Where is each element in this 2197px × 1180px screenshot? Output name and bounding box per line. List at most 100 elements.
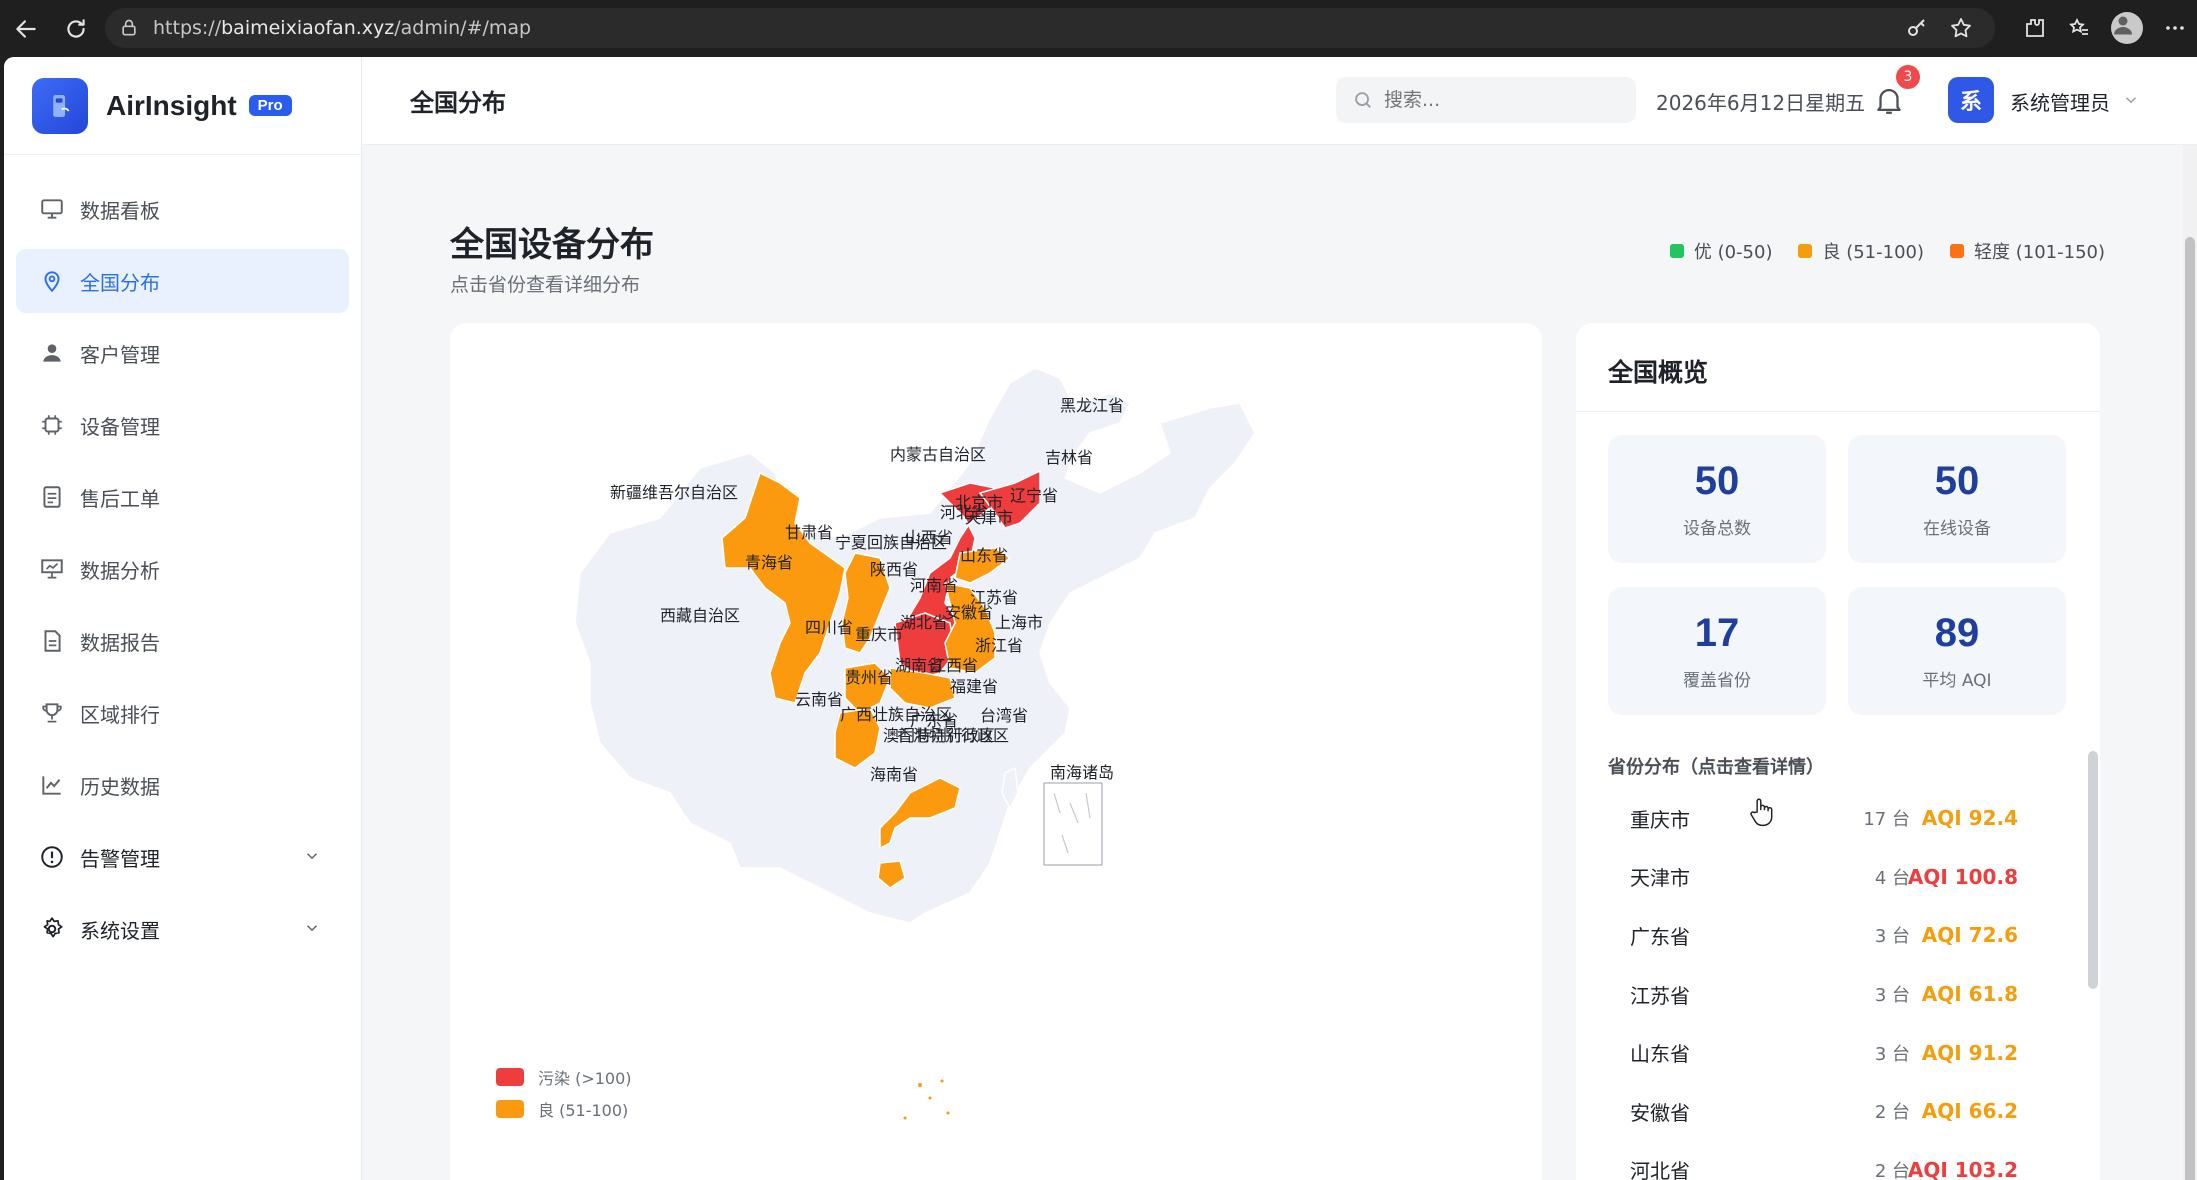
logo-icon <box>32 77 88 134</box>
province-row[interactable]: 山东省 3 台 AQI 91.2 <box>1608 1023 2068 1082</box>
sidebar-item-label: 系统设置 <box>80 918 160 943</box>
label-xizang: 西藏自治区 <box>660 606 740 625</box>
user-icon <box>38 339 66 367</box>
label-xinjiang: 新疆维吾尔自治区 <box>610 483 738 502</box>
china-map[interactable]: 黑龙江省 吉林省 辽宁省 内蒙古自治区 北京市 河北省 天津市 新疆维吾尔自治区… <box>450 323 1542 1180</box>
label-anhui: 安徽省 <box>945 603 993 622</box>
legend-item: 优 (0-50) <box>1669 238 1772 264</box>
star-icon[interactable] <box>1949 16 1973 40</box>
province-row[interactable]: 重庆市 17 台 AQI 92.4 <box>1608 789 2068 848</box>
sidebar-item-label: 客户管理 <box>80 342 160 367</box>
reload-icon[interactable] <box>56 9 96 49</box>
sidebar-item-customers[interactable]: 客户管理 <box>16 321 349 385</box>
stat-label: 覆盖省份 <box>1683 671 1751 691</box>
notification-badge: 3 <box>1896 65 1920 89</box>
chevron-down-icon[interactable] <box>303 919 321 937</box>
chevron-down-icon[interactable] <box>303 847 321 865</box>
sidebar-item-analysis[interactable]: 数据分析 <box>16 537 349 601</box>
user-name[interactable]: 系统管理员 <box>2010 87 2110 116</box>
extensions-icon[interactable] <box>2023 16 2047 40</box>
profile-avatar[interactable] <box>2111 12 2143 44</box>
sidebar-item-label: 告警管理 <box>80 846 160 871</box>
stat-value: 50 <box>1694 459 1740 503</box>
stat-value: 17 <box>1694 611 1740 655</box>
page-subheading: 点击省份查看详细分布 <box>450 274 641 296</box>
address-bar[interactable]: https://baimeixiaofan.xyz/admin/#/map <box>105 8 1995 48</box>
sidebar-item-reports[interactable]: 数据报告 <box>16 609 349 673</box>
label-hubei: 湖北省 <box>900 613 948 632</box>
sidebar-item-ranking[interactable]: 区域排行 <box>16 681 349 745</box>
sidebar-item-label: 售后工单 <box>80 486 160 511</box>
stat-value: 89 <box>1934 611 1980 655</box>
app-window: AirInsight Pro 数据看板 全国分布 客户管理 设备管理 售后工单 … <box>4 57 2197 1180</box>
sidebar-item-history[interactable]: 历史数据 <box>16 753 349 817</box>
label-jiangxi: 江西省 <box>930 656 978 675</box>
legend-item[interactable]: 污染 (>100) <box>496 1061 632 1093</box>
label-chongqing: 重庆市 <box>855 625 903 644</box>
legend-item[interactable]: 良 (51-100) <box>496 1093 632 1125</box>
bell-icon[interactable] <box>1872 83 1906 117</box>
sidebar-item-devices[interactable]: 设备管理 <box>16 393 349 457</box>
label-guizhou: 贵州省 <box>845 668 893 687</box>
label-fujian: 福建省 <box>950 677 998 696</box>
url-text: https://baimeixiaofan.xyz/admin/#/map <box>153 17 532 39</box>
topbar: 全国分布 2026年6月12日星期五 3 系 系统管理员 <box>362 57 2197 145</box>
aqi-legend: 优 (0-50) 良 (51-100) 轻度 (101-150) <box>1669 238 2105 264</box>
stat-average-aqi: 89 平均 AQI <box>1848 587 2066 715</box>
sidebar-item-national-distribution[interactable]: 全国分布 <box>16 249 349 313</box>
brand-name: AirInsight <box>106 89 237 121</box>
stat-label: 设备总数 <box>1683 519 1751 539</box>
chip-icon <box>38 411 66 439</box>
province-list-title: 省份分布（点击查看详情） <box>1608 757 1824 778</box>
label-yunnan: 云南省 <box>795 690 843 709</box>
sidebar-item-label: 设备管理 <box>80 414 160 439</box>
overview-panel: 全国概览 50 设备总数 50 在线设备 17 覆盖省份 89 平均 AQI 省… <box>1576 323 2100 1180</box>
chart-icon <box>38 771 66 799</box>
map-legend: 污染 (>100) 良 (51-100) <box>496 1061 632 1125</box>
avatar[interactable]: 系 <box>1948 77 1994 123</box>
province-list-scrollbar[interactable] <box>2088 751 2098 989</box>
sidebar-item-tickets[interactable]: 售后工单 <box>16 465 349 529</box>
label-henan: 河南省 <box>910 576 958 595</box>
search-input[interactable] <box>1384 89 1604 111</box>
legend-swatch <box>1798 244 1813 258</box>
legend-swatch <box>1669 244 1684 258</box>
label-neimenggu: 内蒙古自治区 <box>890 445 986 464</box>
alert-icon <box>38 843 66 871</box>
chevron-down-icon[interactable] <box>2122 91 2140 109</box>
sidebar-item-label: 数据报告 <box>80 630 160 655</box>
main-content: 全国设备分布 点击省份查看详细分布 优 (0-50) 良 (51-100) 轻度… <box>362 145 2197 1180</box>
sidebar-item-label: 数据分析 <box>80 558 160 583</box>
stat-label: 平均 AQI <box>1922 671 1992 691</box>
province-row[interactable]: 河北省 2 台 AQI 103.2 <box>1608 1141 2068 1180</box>
province-row[interactable]: 安徽省 2 台 AQI 66.2 <box>1608 1082 2068 1141</box>
sidebar-item-dashboard[interactable]: 数据看板 <box>16 177 349 241</box>
key-icon[interactable] <box>1905 16 1929 40</box>
current-date: 2026年6月12日星期五 <box>1656 91 1866 115</box>
page-title: 全国分布 <box>410 89 506 117</box>
label-taiwan: 台湾省 <box>980 706 1028 725</box>
label-shanghai: 上海市 <box>995 613 1043 632</box>
sidebar-item-settings[interactable]: 系统设置 <box>16 897 349 961</box>
stat-label: 在线设备 <box>1923 519 1991 539</box>
favorites-icon[interactable] <box>2067 16 2091 40</box>
overview-title: 全国概览 <box>1608 358 1709 387</box>
side-menu: 数据看板 全国分布 客户管理 设备管理 售后工单 数据分析 数据报告 区域排行 … <box>4 155 361 961</box>
search-box[interactable] <box>1336 77 1636 123</box>
label-zhejiang: 浙江省 <box>975 636 1023 655</box>
more-icon[interactable] <box>2163 16 2187 40</box>
sidebar-item-label: 全国分布 <box>80 270 160 295</box>
province-row[interactable]: 天津市 4 台 AQI 100.8 <box>1608 848 2068 907</box>
province-row[interactable]: 广东省 3 台 AQI 72.6 <box>1608 906 2068 965</box>
back-icon[interactable] <box>6 9 46 49</box>
china-map-card: 黑龙江省 吉林省 辽宁省 内蒙古自治区 北京市 河北省 天津市 新疆维吾尔自治区… <box>450 323 1542 1180</box>
trophy-icon <box>38 699 66 727</box>
label-tianjin: 天津市 <box>965 508 1013 527</box>
label-shandong: 山东省 <box>960 546 1008 565</box>
site-info-icon[interactable] <box>119 18 139 38</box>
map-pin-icon <box>38 267 66 295</box>
sidebar-item-alerts[interactable]: 告警管理 <box>16 825 349 889</box>
label-qinghai: 青海省 <box>745 553 793 572</box>
province-row[interactable]: 江苏省 3 台 AQI 61.8 <box>1608 965 2068 1024</box>
document-icon <box>38 483 66 511</box>
